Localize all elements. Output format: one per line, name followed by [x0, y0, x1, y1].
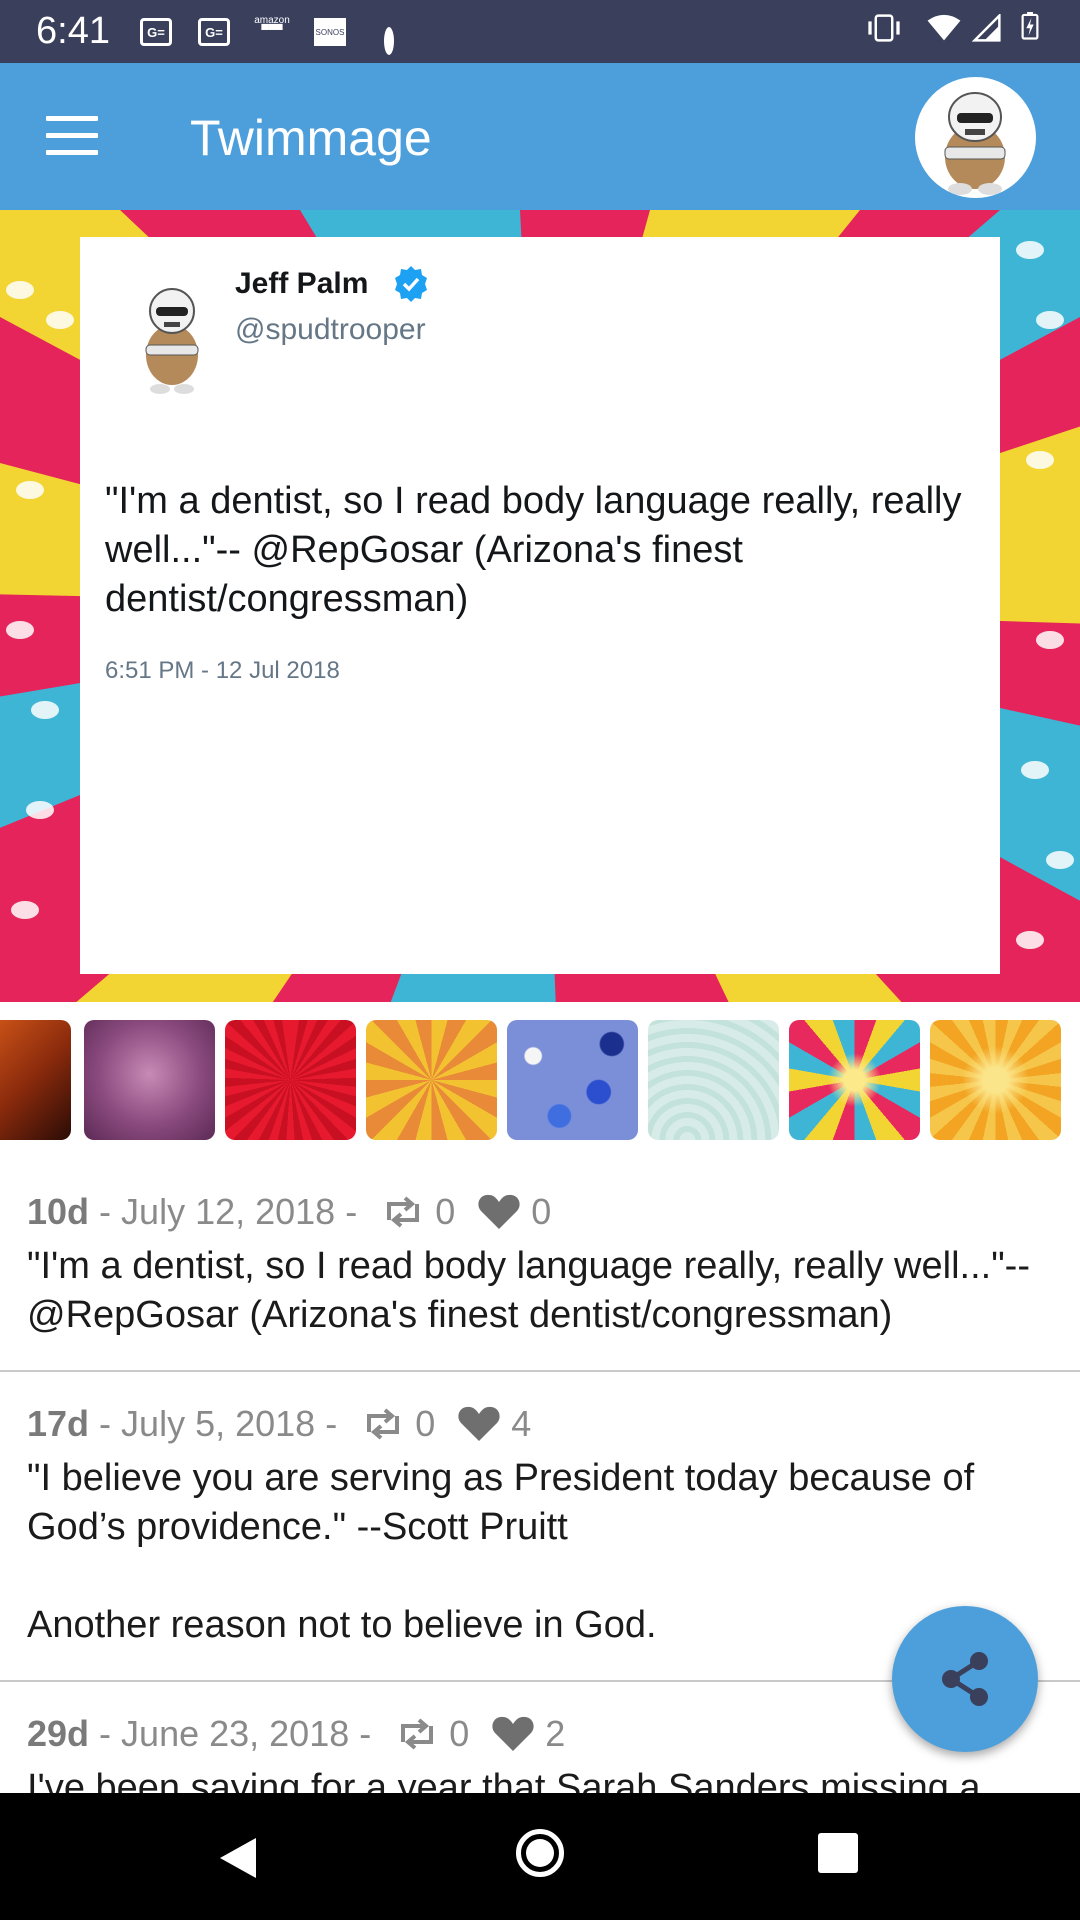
tweet-timestamp: 6:51 PM - 12 Jul 2018	[105, 657, 340, 684]
app-title: Twimmage	[190, 110, 432, 166]
vibrate-icon	[868, 14, 900, 42]
back-icon[interactable]	[218, 1836, 258, 1880]
tweet-body: I've been saying for a year that Sarah S…	[27, 1767, 981, 1793]
amazon-icon: amazon ▀▀▀	[254, 15, 290, 36]
battery-icon	[1021, 12, 1039, 40]
hamburger-menu-icon[interactable]	[46, 116, 98, 156]
tweet-text: "I'm a dentist, so I read body language …	[105, 480, 962, 620]
home-icon[interactable]	[516, 1829, 564, 1877]
retweet-icon	[401, 1718, 434, 1750]
sonos-label: SONOS	[315, 27, 345, 37]
heart-icon	[492, 1716, 534, 1751]
status-time: 6:41	[36, 10, 110, 52]
status-bar: 6:41 G= G= amazon ▀▀▀ SONOS	[0, 0, 1080, 63]
tweet-meta: 17d - July 5, 2018 - 0 4	[27, 1403, 532, 1444]
recents-icon[interactable]	[818, 1833, 858, 1873]
background-thumb-orange-yellow-dots-burst[interactable]	[930, 1020, 1061, 1140]
tweet-meta: 10d - July 12, 2018 - 0 0	[27, 1191, 552, 1232]
image-preview: Jeff Palm @spudtrooper "I'm a dentist, s…	[0, 210, 1080, 1002]
verified-badge-icon	[395, 266, 427, 302]
background-thumb-purple-grunge[interactable]	[84, 1020, 215, 1140]
like-count: 2	[545, 1713, 566, 1754]
background-thumb-dark-orange-gradient[interactable]	[0, 1020, 71, 1140]
feed-item[interactable]: 10d - July 12, 2018 - 0 0 "I'm a dentist…	[0, 1160, 1080, 1372]
share-icon	[942, 1652, 988, 1706]
background-thumb-mint-swirls[interactable]	[648, 1020, 779, 1140]
share-button[interactable]	[892, 1606, 1038, 1752]
heart-icon	[478, 1194, 520, 1229]
tweet-body: "I believe you are serving as President …	[27, 1457, 975, 1646]
sonos-icon: SONOS	[314, 18, 346, 46]
dot-icon	[384, 27, 394, 55]
stormtrooper-potato-icon	[145, 288, 199, 394]
tweet-date: June 23, 2018	[121, 1713, 350, 1754]
retweet-count: 0	[449, 1713, 470, 1754]
background-picker	[0, 1020, 1080, 1142]
signal-icon	[971, 14, 1001, 42]
retweet-icon	[367, 1408, 400, 1440]
retweet-icon	[387, 1196, 420, 1228]
retweet-count: 0	[415, 1403, 436, 1444]
heart-icon	[458, 1406, 500, 1441]
tweet-author-name: Jeff Palm	[235, 267, 369, 300]
app-bar: Twimmage	[0, 63, 1080, 210]
gmail-icon: G=	[140, 18, 172, 46]
wifi-icon	[927, 14, 961, 41]
retweet-count: 0	[435, 1191, 456, 1232]
background-thumb-pink-yellow-starburst[interactable]	[789, 1020, 920, 1140]
tweet-age: 29d	[27, 1713, 90, 1754]
tweet-age: 10d	[27, 1191, 90, 1232]
tweet-meta: 29d - June 23, 2018 - 0 2	[27, 1713, 566, 1754]
background-thumb-blue-confetti[interactable]	[507, 1020, 638, 1140]
tweet-card: Jeff Palm @spudtrooper "I'm a dentist, s…	[80, 237, 1000, 974]
like-count: 0	[531, 1191, 552, 1232]
amazon-label: amazon	[254, 15, 290, 26]
system-nav-bar	[0, 1793, 1080, 1920]
tweet-author-handle: @spudtrooper	[235, 313, 426, 346]
tweet-date: July 12, 2018	[121, 1191, 336, 1232]
background-thumb-red-sunburst[interactable]	[225, 1020, 356, 1140]
like-count: 4	[511, 1403, 532, 1444]
user-avatar[interactable]	[915, 77, 1036, 198]
tweet-body: "I'm a dentist, so I read body language …	[27, 1245, 1030, 1336]
background-thumb-yellow-orange-sunburst[interactable]	[366, 1020, 497, 1140]
gmail-icon: G=	[198, 18, 230, 46]
stormtrooper-potato-icon	[944, 92, 1006, 195]
tweet-date: July 5, 2018	[121, 1403, 316, 1444]
tweet-age: 17d	[27, 1403, 90, 1444]
